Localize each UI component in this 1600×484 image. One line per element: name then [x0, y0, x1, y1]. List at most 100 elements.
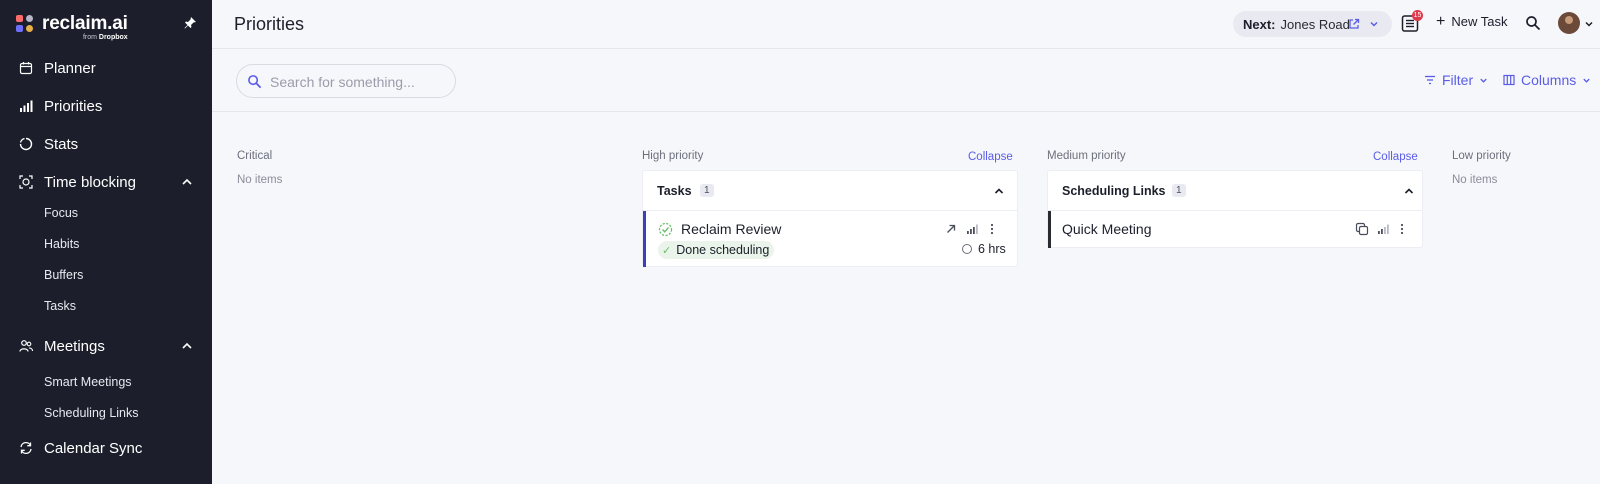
- sync-icon: [20, 441, 32, 455]
- notification-badge: 15: [1412, 10, 1423, 21]
- column-title-medium: Medium priority: [1047, 150, 1126, 162]
- sidebar-item-smart-meetings[interactable]: Smart Meetings: [0, 369, 212, 395]
- logo-name: reclaim.ai: [42, 13, 128, 34]
- task-group-card: Tasks 1 Reclaim Review ✓ Done scheduling…: [642, 170, 1018, 267]
- next-label: Next:: [1243, 16, 1276, 32]
- avatar[interactable]: [1558, 12, 1580, 34]
- check-icon: ✓: [662, 244, 672, 257]
- link-name: Quick Meeting: [1062, 221, 1152, 237]
- scheduling-link-row[interactable]: Quick Meeting: [1048, 211, 1422, 248]
- page-title: Priorities: [234, 14, 305, 34]
- sidebar-item-label: Stats: [44, 135, 79, 153]
- chevron-down-icon[interactable]: [1584, 19, 1594, 29]
- task-name: Reclaim Review: [681, 221, 782, 237]
- chevron-down-icon: [1480, 78, 1487, 83]
- toolbar: Filter Columns: [212, 49, 1600, 112]
- group-count-badge: 1: [1172, 184, 1186, 197]
- chevron-up-icon[interactable]: [1404, 186, 1414, 196]
- new-task-button[interactable]: + New Task: [1436, 12, 1508, 30]
- logo-subtitle: from Dropbox: [82, 34, 128, 41]
- chevron-up-icon[interactable]: [181, 176, 193, 188]
- status-badge: ✓ Done scheduling: [658, 241, 775, 259]
- next-event-pill[interactable]: Next: Jones Road: [1233, 11, 1392, 37]
- hours-value: 6 hrs: [978, 242, 1006, 256]
- collapse-button-medium[interactable]: Collapse: [1373, 151, 1418, 163]
- scheduling-links-header[interactable]: Scheduling Links 1: [1048, 171, 1422, 211]
- more-vertical-icon[interactable]: [986, 223, 998, 235]
- filter-icon: [1425, 75, 1435, 85]
- sidebar-item-calendar-sync[interactable]: Calendar Sync: [0, 432, 212, 464]
- sidebar-item-label: Time blocking: [44, 173, 136, 191]
- scheduling-links-card: Scheduling Links 1 Quick Meeting: [1047, 170, 1423, 248]
- arrow-up-right-icon[interactable]: [945, 223, 957, 235]
- more-vertical-icon[interactable]: [1396, 223, 1408, 235]
- sidebar-item-planner[interactable]: Planner: [0, 52, 212, 84]
- sidebar-item-time-blocking[interactable]: Time blocking: [0, 166, 212, 198]
- sidebar-item-label: Calendar Sync: [44, 439, 143, 457]
- search-box[interactable]: [236, 64, 456, 98]
- priority-accent-bar: [1048, 211, 1051, 248]
- group-title: Scheduling Links: [1062, 184, 1166, 198]
- empty-state-low: No items: [1452, 174, 1498, 186]
- sidebar-item-label: Habits: [44, 237, 80, 251]
- priority-accent-bar: [643, 211, 646, 267]
- column-title-high: High priority: [642, 150, 704, 162]
- sidebar-item-priorities[interactable]: Priorities: [0, 90, 212, 122]
- columns-icon: [1503, 74, 1515, 86]
- filter-label: Filter: [1442, 72, 1474, 88]
- search-icon[interactable]: [1525, 15, 1541, 31]
- group-title: Tasks: [657, 184, 692, 198]
- column-title-low: Low priority: [1452, 150, 1511, 162]
- time-block-icon: [19, 175, 33, 189]
- sidebar-item-meetings[interactable]: Meetings: [0, 330, 212, 362]
- sidebar-item-label: Smart Meetings: [44, 375, 132, 389]
- sidebar-item-label: Buffers: [44, 268, 84, 282]
- sidebar-item-habits[interactable]: Habits: [0, 231, 212, 257]
- sidebar-item-label: Planner: [44, 59, 96, 77]
- chevron-up-icon[interactable]: [994, 186, 1004, 196]
- stats-ring-icon: [19, 137, 33, 151]
- sidebar-item-label: Focus: [44, 206, 79, 220]
- chevron-up-icon[interactable]: [181, 340, 193, 352]
- people-icon: [19, 340, 33, 352]
- sidebar-item-label: Priorities: [44, 97, 103, 115]
- new-task-label: New Task: [1451, 14, 1508, 29]
- search-input[interactable]: [270, 72, 450, 92]
- chevron-down-icon: [1583, 78, 1590, 83]
- sidebar-item-buffers[interactable]: Buffers: [0, 262, 212, 288]
- columns-label: Columns: [1521, 72, 1577, 88]
- plus-icon: +: [1436, 12, 1446, 30]
- filter-button[interactable]: Filter: [1424, 72, 1488, 88]
- search-icon: [248, 75, 262, 89]
- pin-icon[interactable]: [183, 16, 197, 30]
- task-row[interactable]: Reclaim Review ✓ Done scheduling 6 hrs: [643, 211, 1017, 267]
- sidebar-item-tasks[interactable]: Tasks: [0, 293, 212, 319]
- chevron-down-icon[interactable]: [1369, 19, 1379, 29]
- empty-state-critical: No items: [237, 174, 283, 186]
- sidebar-item-scheduling-links[interactable]: Scheduling Links: [0, 400, 212, 426]
- external-link-icon[interactable]: [1348, 18, 1360, 30]
- priority-bars-icon[interactable]: [1377, 223, 1389, 235]
- reclaim-logo-icon: [16, 15, 34, 33]
- sidebar-item-label: Scheduling Links: [44, 406, 139, 420]
- logo[interactable]: reclaim.ai from Dropbox: [16, 14, 128, 41]
- copy-icon[interactable]: [1355, 222, 1369, 236]
- priority-bars-icon[interactable]: [966, 223, 978, 235]
- time-estimate: 6 hrs: [962, 242, 1006, 256]
- bar-chart-icon: [20, 100, 33, 112]
- collapse-button-high[interactable]: Collapse: [968, 151, 1013, 163]
- task-group-header[interactable]: Tasks 1: [643, 171, 1017, 211]
- clock-ring-icon: [962, 244, 972, 254]
- top-header: Priorities Next: Jones Road 15 + New Tas…: [212, 0, 1600, 49]
- sidebar-item-focus[interactable]: Focus: [0, 200, 212, 226]
- sidebar: reclaim.ai from Dropbox Planner Prioriti…: [0, 0, 212, 484]
- sidebar-item-stats[interactable]: Stats: [0, 128, 212, 160]
- status-label: Done scheduling: [676, 243, 770, 257]
- calendar-icon: [19, 62, 33, 75]
- sidebar-item-label: Meetings: [44, 337, 105, 355]
- next-event-name: Jones Road: [1280, 16, 1350, 32]
- done-check-circle-icon[interactable]: [658, 222, 673, 237]
- columns-button[interactable]: Columns: [1503, 72, 1591, 88]
- sidebar-item-label: Tasks: [44, 299, 76, 313]
- column-title-critical: Critical: [237, 150, 273, 162]
